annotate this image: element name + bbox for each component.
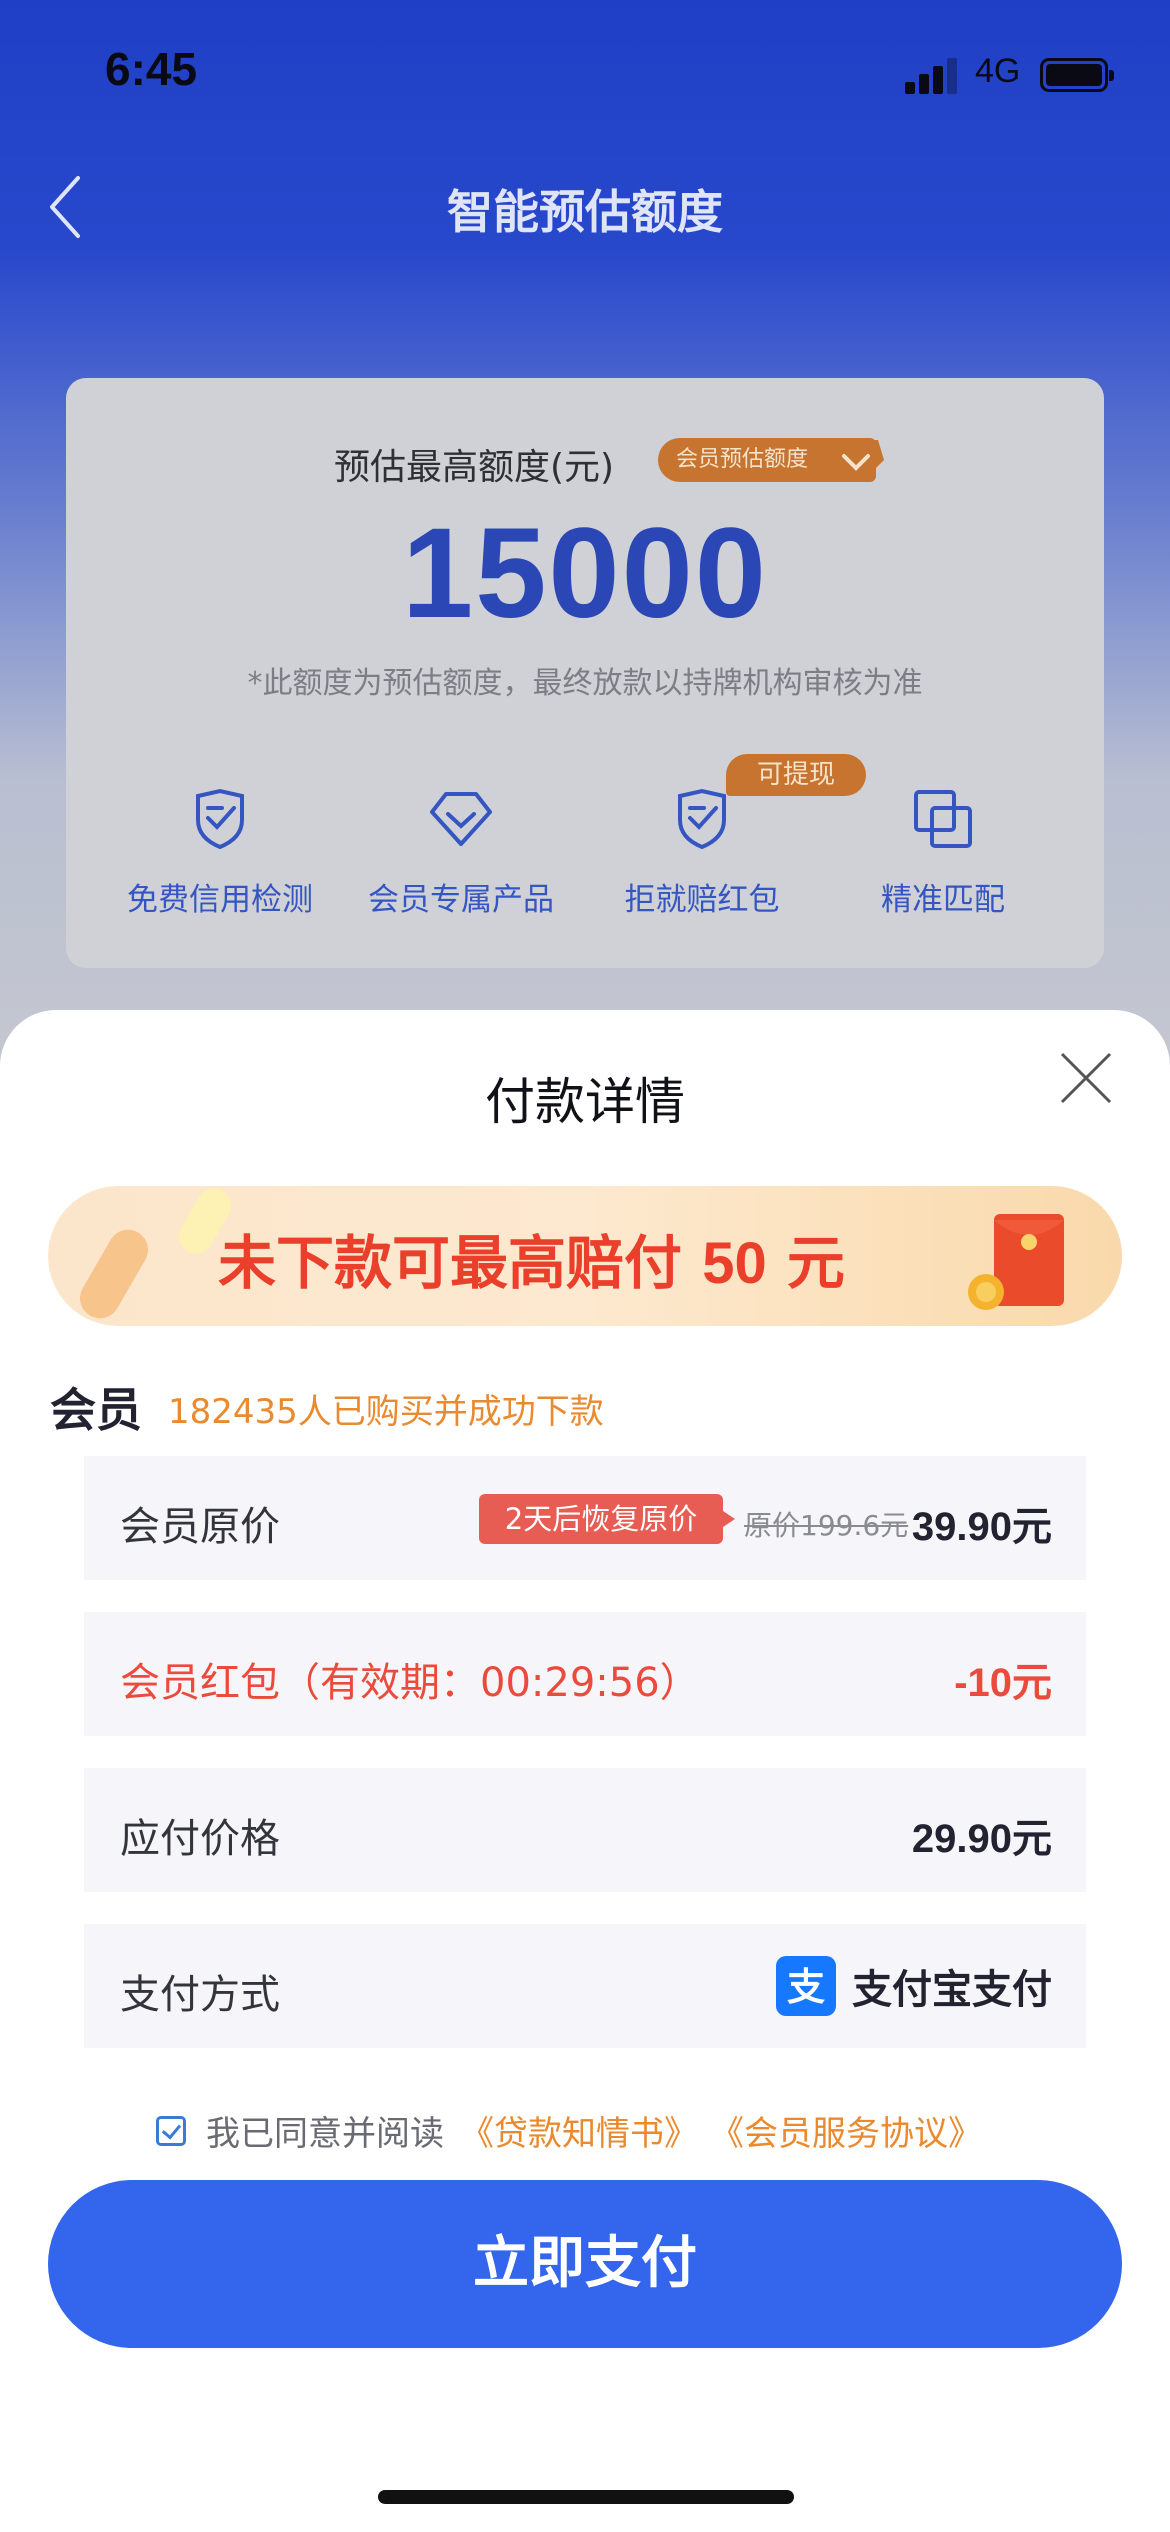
shield-check-icon bbox=[678, 788, 726, 850]
row-original-price: 会员原价 2天后恢复原价 原价199.6元 39.90元 bbox=[84, 1456, 1086, 1580]
banner-amount: 50 bbox=[702, 1231, 767, 1296]
diamond-icon bbox=[826, 440, 884, 480]
agreement-row: 我已同意并阅读 《贷款知情书》 《会员服务协议》 bbox=[156, 2106, 994, 2155]
feature-refusal-redpacket[interactable]: 拒就赔红包 bbox=[582, 788, 822, 919]
row-payment-method[interactable]: 支付方式 支 支付宝支付 bbox=[84, 1924, 1086, 2048]
status-bar: 6:45 4G bbox=[0, 0, 1170, 150]
red-envelope-icon bbox=[968, 1214, 1064, 1310]
member-service-agreement-link[interactable]: 《会员服务协议》 bbox=[710, 2106, 982, 2155]
feature-precise-match[interactable]: 精准匹配 bbox=[823, 788, 1063, 919]
banner-prefix: 未下款可最高赔付 bbox=[218, 1229, 703, 1297]
estimate-card: 预估最高额度(元) 会员预估额度 15000 *此额度为预估额度，最终放款以持牌… bbox=[66, 378, 1104, 968]
shield-check-icon bbox=[196, 788, 244, 850]
row-label: 会员红包（有效期：00:29:56） bbox=[120, 1660, 700, 1706]
page-title: 智能预估额度 bbox=[447, 185, 723, 239]
estimate-amount: 15000 bbox=[402, 502, 768, 645]
estimate-label: 预估最高额度(元) bbox=[334, 447, 615, 488]
payment-sheet: 付款详情 未下款可最高赔付 50 元 会员 182435人已购买并成功下款 会员… bbox=[0, 1010, 1170, 2532]
network-type: 4G bbox=[975, 52, 1021, 90]
compensation-banner: 未下款可最高赔付 50 元 bbox=[48, 1186, 1122, 1326]
row-label: 支付方式 bbox=[120, 1972, 280, 2018]
feature-free-credit-check[interactable]: 免费信用检测 bbox=[100, 788, 340, 919]
strikethrough-price: 原价199.6元 bbox=[744, 1509, 909, 1542]
estimate-note: *此额度为预估额度，最终放款以持牌机构审核为准 bbox=[247, 666, 923, 701]
row-payable-price: 应付价格 29.90元 bbox=[84, 1768, 1086, 1892]
feature-member-products[interactable]: 会员专属产品 bbox=[341, 788, 581, 919]
svg-text:支: 支 bbox=[787, 1965, 825, 2009]
home-indicator bbox=[378, 2490, 794, 2504]
status-time: 6:45 bbox=[105, 43, 198, 95]
feature-label: 会员专属产品 bbox=[368, 882, 554, 918]
row-value: 39.90元 bbox=[911, 1505, 1052, 1549]
banner-text: 未下款可最高赔付 50 元 bbox=[218, 1216, 845, 1300]
payment-method-name: 支付宝支付 bbox=[852, 1967, 1052, 2013]
agreement-text: 我已同意并阅读 bbox=[206, 2114, 444, 2154]
close-icon bbox=[1060, 1052, 1112, 1104]
member-buyers-count: 182435人已购买并成功下款 bbox=[168, 1392, 604, 1432]
feature-label: 免费信用检测 bbox=[127, 882, 313, 918]
row-label: 应付价格 bbox=[120, 1816, 280, 1862]
signal-icon bbox=[905, 58, 957, 94]
member-label: 会员 bbox=[50, 1383, 142, 1437]
feature-label: 精准匹配 bbox=[881, 882, 1005, 918]
agreement-checkbox[interactable] bbox=[156, 2115, 186, 2146]
banner-decoration bbox=[72, 1222, 156, 1326]
loan-notice-link[interactable]: 《贷款知情书》 bbox=[460, 2106, 698, 2155]
diamond-icon bbox=[430, 792, 492, 846]
member-section-header: 会员 182435人已购买并成功下款 bbox=[50, 1374, 604, 1440]
row-value: 29.90元 bbox=[911, 1817, 1052, 1861]
overlap-squares-icon bbox=[914, 790, 972, 848]
row-label: 会员原价 bbox=[120, 1504, 280, 1550]
restore-price-badge: 2天后恢复原价 bbox=[479, 1494, 735, 1544]
payment-method-selector[interactable]: 支 支付宝支付 bbox=[776, 1956, 1052, 2016]
battery-icon bbox=[1040, 58, 1114, 92]
feature-label: 拒就赔红包 bbox=[624, 882, 780, 918]
row-member-redpacket: 会员红包（有效期：00:29:56） -10元 bbox=[84, 1612, 1086, 1736]
sheet-title: 付款详情 bbox=[485, 1073, 685, 1131]
row-value: -10元 bbox=[954, 1661, 1052, 1705]
close-button[interactable] bbox=[1058, 1050, 1114, 1106]
pay-now-button[interactable]: 立即支付 bbox=[48, 2180, 1122, 2348]
alipay-icon: 支 bbox=[776, 1956, 836, 2016]
banner-suffix: 元 bbox=[766, 1229, 845, 1297]
